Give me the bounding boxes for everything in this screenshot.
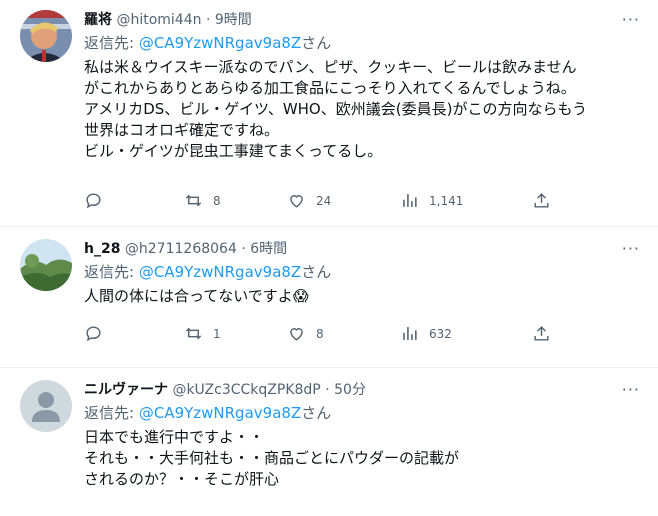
share-icon (534, 326, 549, 341)
share-icon (534, 193, 549, 208)
reply-prefix: 返信先: (84, 34, 139, 52)
user-handle[interactable]: @kUZc3CCkqZPK8dP (172, 382, 320, 398)
more-options-button[interactable]: ··· (622, 380, 640, 399)
reply-button[interactable] (84, 191, 103, 210)
tweet[interactable]: h_28 @h2711268064 · 6時間 返信先: @CA9YzwNRga… (0, 227, 658, 368)
reply-suffix: さん (301, 263, 332, 281)
reply-context: 返信先: @CA9YzwNRgav9a8Zさん (84, 402, 642, 424)
reply-mention-link[interactable]: @CA9YzwNRgav9a8Z (139, 404, 301, 422)
tweet-text: 日本でも進行中ですよ・・ それも・・大手何社も・・商品ごとにパウダーの記載が さ… (84, 427, 642, 490)
views-button[interactable]: 632 (400, 324, 452, 343)
timestamp[interactable]: 6時間 (250, 241, 287, 257)
tweet-line: されるのか？・・そこが肝心 (84, 470, 280, 488)
more-options-button[interactable]: ··· (622, 10, 640, 29)
more-options-button[interactable]: ··· (622, 239, 640, 258)
like-count: 24 (316, 193, 332, 208)
reply-suffix: さん (301, 404, 332, 422)
display-name[interactable]: 羅将 (84, 12, 112, 28)
separator: · (325, 382, 330, 398)
tweet-line: がこれからありとあらゆる加工食品にこっそり入れてくるんでしょうね。 (84, 79, 576, 97)
tweet[interactable]: ニルヴァーナ @kUZc3CCkqZPK8dP · 50分 返信先: @CA9Y… (0, 368, 658, 516)
tweet-header: ニルヴァーナ @kUZc3CCkqZPK8dP · 50分 (84, 380, 642, 400)
like-button[interactable]: 8 (287, 324, 324, 343)
avatar[interactable] (20, 239, 72, 291)
timestamp[interactable]: 50分 (334, 382, 366, 398)
more-icon: ··· (621, 239, 640, 258)
reply-prefix: 返信先: (84, 263, 139, 281)
display-name[interactable]: h_28 (84, 241, 120, 257)
reply-context: 返信先: @CA9YzwNRgav9a8Zさん (84, 261, 642, 283)
tweet-line: 世界はコオロギ確定ですね。 (84, 121, 280, 139)
reply-button[interactable] (84, 324, 103, 343)
tweet-line: ビル・ゲイツが昆虫工事建てまくってるし。 (84, 142, 383, 160)
view-count: 1,141 (429, 193, 464, 208)
tweet-line: 人間の体には合ってないですよ (84, 287, 293, 305)
heart-icon (290, 195, 303, 208)
retweet-count: 8 (213, 193, 221, 208)
reply-context: 返信先: @CA9YzwNRgav9a8Zさん (84, 32, 642, 54)
reply-prefix: 返信先: (84, 404, 139, 422)
more-icon: ··· (621, 10, 640, 29)
tweet-actions: 8 24 1,141 (84, 191, 564, 213)
tweet-line: それも・・大手何社も・・商品ごとにパウダーの記載が (84, 449, 460, 467)
reply-icon (86, 193, 101, 209)
like-count: 8 (316, 326, 324, 341)
tweet[interactable]: 羅将 @hitomi44n · 9時間 返信先: @CA9YzwNRgav9a8… (0, 0, 658, 227)
tweet-header: h_28 @h2711268064 · 6時間 (84, 239, 642, 259)
share-button[interactable] (532, 324, 551, 347)
tweet-line: アメリカDS、ビル・ゲイツ、WHO、欧州議会(委員長)がこの方向ならもう (84, 100, 587, 118)
retweet-icon (185, 194, 202, 207)
views-icon (403, 194, 417, 207)
views-button[interactable]: 1,141 (400, 191, 463, 210)
retweet-button[interactable]: 1 (184, 324, 221, 343)
more-icon: ··· (621, 380, 640, 399)
tweet-actions: 1 8 632 (84, 324, 564, 346)
user-handle[interactable]: @h2711268064 (125, 241, 237, 257)
timestamp[interactable]: 9時間 (215, 12, 252, 28)
reply-suffix: さん (301, 34, 332, 52)
heart-icon (290, 328, 303, 341)
view-count: 632 (429, 326, 452, 341)
retweet-button[interactable]: 8 (184, 191, 221, 210)
display-name[interactable]: ニルヴァーナ (84, 382, 168, 398)
reply-mention-link[interactable]: @CA9YzwNRgav9a8Z (139, 263, 301, 281)
avatar[interactable] (20, 10, 72, 62)
avatar[interactable] (20, 380, 72, 432)
separator: · (205, 12, 211, 28)
retweet-count: 1 (213, 326, 221, 341)
tweet-text: 人間の体には合ってないですよ😱 (84, 286, 642, 307)
separator: · (241, 241, 246, 257)
tweet-header: 羅将 @hitomi44n · 9時間 (84, 10, 642, 30)
retweet-icon (185, 327, 202, 340)
tweet-line: 日本でも進行中ですよ・・ (84, 428, 265, 446)
scream-emoji: 😱 (292, 287, 309, 305)
tweet-line: 私は米＆ウイスキー派なのでパン、ピザ、クッキー、ビールは飲みません (84, 58, 577, 76)
user-handle[interactable]: @hitomi44n (116, 12, 201, 28)
reply-icon (86, 326, 101, 342)
like-button[interactable]: 24 (287, 191, 331, 210)
tweet-text: 私は米＆ウイスキー派なのでパン、ピザ、クッキー、ビールは飲みません がこれからあ… (84, 57, 642, 162)
views-icon (403, 327, 417, 340)
reply-mention-link[interactable]: @CA9YzwNRgav9a8Z (139, 34, 301, 52)
share-button[interactable] (532, 191, 551, 214)
